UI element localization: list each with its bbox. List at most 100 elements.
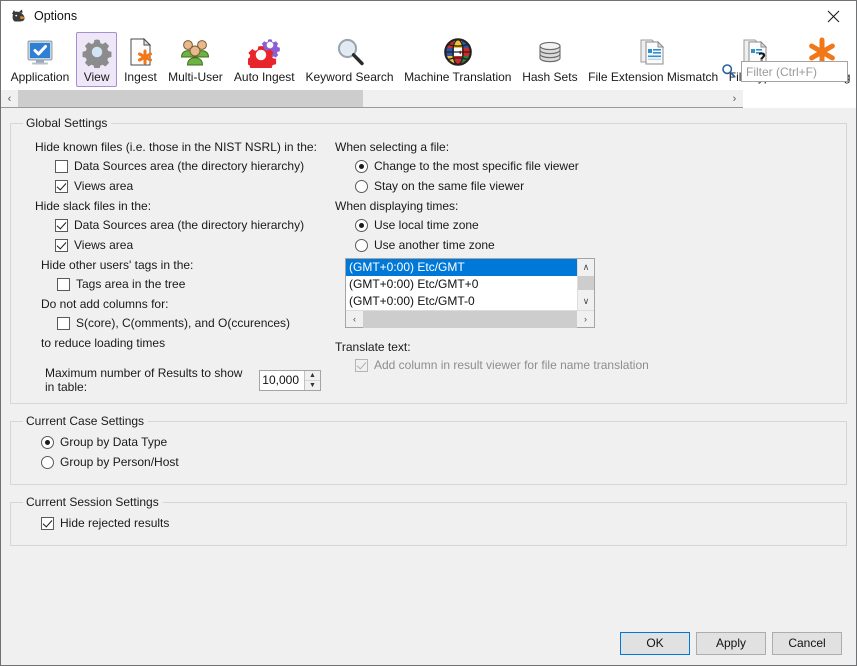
toolbar-item-application[interactable]: Application xyxy=(6,32,74,87)
checkbox-box[interactable] xyxy=(57,317,70,330)
max-results-spinner[interactable]: 10,000 ▲ ▼ xyxy=(259,370,321,391)
checkbox-hide-slack-views[interactable]: Views area xyxy=(35,238,321,252)
checkbox-hide-known-data-sources[interactable]: Data Sources area (the directory hierarc… xyxy=(35,159,321,173)
scroll-left-arrow[interactable]: ‹ xyxy=(346,311,363,328)
checkbox-box[interactable] xyxy=(41,517,54,530)
options-dialog: Options Application xyxy=(0,0,857,666)
toolbar-item-keyword-search[interactable]: Keyword Search xyxy=(301,32,398,87)
scroll-up-arrow[interactable]: ∧ xyxy=(578,259,594,276)
checkbox-hide-other-tags-tree[interactable]: Tags area in the tree xyxy=(35,277,321,291)
toolbar-item-hash-sets[interactable]: Hash Sets xyxy=(518,32,583,87)
toolbar-item-label: Multi-User xyxy=(168,70,223,84)
timezone-list[interactable]: (GMT+0:00) Etc/GMT (GMT+0:00) Etc/GMT+0 … xyxy=(346,259,577,310)
max-results-row: Maximum number of Results to show in tab… xyxy=(35,366,321,394)
checkbox-box[interactable] xyxy=(55,219,68,232)
checkbox-label: Hide rejected results xyxy=(60,516,169,530)
radio-stay-on-same-viewer[interactable]: Stay on the same file viewer xyxy=(335,179,836,193)
checkbox-box[interactable] xyxy=(57,278,70,291)
toolbar-item-ingest[interactable]: Ingest xyxy=(119,32,161,87)
radio-button[interactable] xyxy=(355,160,368,173)
max-results-label: Maximum number of Results to show in tab… xyxy=(45,366,251,394)
radio-use-another-time-zone[interactable]: Use another time zone xyxy=(335,238,836,252)
timezone-vscroll-track[interactable] xyxy=(578,276,594,293)
checkbox-box[interactable] xyxy=(55,160,68,173)
max-results-value[interactable]: 10,000 xyxy=(260,371,304,390)
filter-input[interactable] xyxy=(741,61,848,82)
ok-button[interactable]: OK xyxy=(620,632,690,655)
spinner-buttons[interactable]: ▲ ▼ xyxy=(304,371,320,390)
global-settings-columns: Hide known files (i.e. those in the NIST… xyxy=(21,137,836,394)
checkbox-do-not-add-columns[interactable]: S(core), C(omments), and O(ccurences) xyxy=(35,316,321,330)
checkbox-hide-slack-data-sources[interactable]: Data Sources area (the directory hierarc… xyxy=(35,218,321,232)
toolbar-horizontal-scrollbar[interactable]: ‹ › xyxy=(1,90,743,107)
options-content: Global Settings Hide known files (i.e. t… xyxy=(1,108,856,621)
radio-button[interactable] xyxy=(41,456,54,469)
checkbox-box[interactable] xyxy=(55,180,68,193)
toolbar-scroll-thumb[interactable] xyxy=(18,90,363,107)
radio-button[interactable] xyxy=(355,219,368,232)
title-bar: Options xyxy=(1,1,856,31)
list-item[interactable]: (GMT+0:00) Etc/GMT-0 xyxy=(346,293,577,310)
toolbar-item-label: View xyxy=(84,70,110,84)
when-selecting-file-label: When selecting a file: xyxy=(335,140,836,154)
hide-other-tags-label: Hide other users' tags in the: xyxy=(35,258,321,272)
cancel-button[interactable]: Cancel xyxy=(772,632,842,655)
radio-button[interactable] xyxy=(355,239,368,252)
spinner-down-icon[interactable]: ▼ xyxy=(305,381,320,390)
current-session-settings-legend: Current Session Settings xyxy=(23,495,163,509)
global-settings-right-column: When selecting a file: Change to the mos… xyxy=(321,137,836,394)
list-item[interactable]: (GMT+0:00) Etc/GMT+0 xyxy=(346,276,577,293)
global-settings-left-column: Hide known files (i.e. those in the NIST… xyxy=(21,137,321,394)
timezone-vscroll-thumb[interactable] xyxy=(578,276,594,290)
toolbar-item-auto-ingest[interactable]: Auto Ingest xyxy=(229,32,299,87)
radio-label: Use local time zone xyxy=(374,218,479,232)
do-not-add-columns-label: Do not add columns for: xyxy=(35,297,321,311)
toolbar-item-label: Machine Translation xyxy=(404,70,511,84)
timezone-horizontal-scrollbar[interactable]: ‹ › xyxy=(346,310,594,327)
list-item[interactable]: (GMT+0:00) Etc/GMT xyxy=(346,259,577,276)
checkbox-box xyxy=(355,359,368,372)
scroll-down-arrow[interactable]: ∨ xyxy=(578,293,594,310)
magnifier-icon xyxy=(334,36,366,68)
global-settings-legend: Global Settings xyxy=(23,116,111,130)
radio-button[interactable] xyxy=(355,180,368,193)
toolbar-item-multi-user[interactable]: Multi-User xyxy=(164,32,228,87)
radio-change-to-most-specific-viewer[interactable]: Change to the most specific file viewer xyxy=(335,159,836,173)
users-group-icon xyxy=(179,36,211,68)
toolbar-scroll-track[interactable] xyxy=(18,90,726,107)
radio-group-by-data-type[interactable]: Group by Data Type xyxy=(21,435,836,449)
timezone-hscroll-track[interactable] xyxy=(363,311,577,328)
checkbox-label: S(core), C(omments), and O(ccurences) xyxy=(76,316,290,330)
checkbox-hide-rejected-results[interactable]: Hide rejected results xyxy=(21,516,836,530)
checkbox-label: Data Sources area (the directory hierarc… xyxy=(74,159,304,173)
timezone-vertical-scrollbar[interactable]: ∧ ∨ xyxy=(577,259,594,310)
scroll-left-arrow[interactable]: ‹ xyxy=(1,90,18,107)
database-disks-icon xyxy=(534,36,566,68)
gears-red-purple-icon xyxy=(248,36,280,68)
scroll-right-arrow[interactable]: › xyxy=(577,311,594,328)
toolbar-item-machine-translation[interactable]: Machine Translation xyxy=(400,32,516,87)
dialog-footer: OK Apply Cancel xyxy=(1,621,856,665)
scroll-right-arrow[interactable]: › xyxy=(726,90,743,107)
checkbox-label: Views area xyxy=(74,179,133,193)
globe-flags-icon xyxy=(442,36,474,68)
timezone-list-box[interactable]: (GMT+0:00) Etc/GMT (GMT+0:00) Etc/GMT+0 … xyxy=(345,258,595,328)
checkbox-label: Data Sources area (the directory hierarc… xyxy=(74,218,304,232)
spinner-up-icon[interactable]: ▲ xyxy=(305,371,320,381)
radio-group-by-person-host[interactable]: Group by Person/Host xyxy=(21,455,836,469)
checkbox-box[interactable] xyxy=(55,239,68,252)
toolbar-item-view[interactable]: View xyxy=(76,32,118,87)
apply-button[interactable]: Apply xyxy=(696,632,766,655)
radio-label: Stay on the same file viewer xyxy=(374,179,524,193)
checkbox-hide-known-views[interactable]: Views area xyxy=(35,179,321,193)
options-toolbar: Application View xyxy=(1,32,856,90)
gear-icon xyxy=(81,36,113,68)
radio-use-local-time-zone[interactable]: Use local time zone xyxy=(335,218,836,232)
close-button[interactable] xyxy=(811,1,856,31)
when-displaying-times-label: When displaying times: xyxy=(335,199,836,213)
application-monitor-check-icon xyxy=(24,36,56,68)
toolbar-item-label: Keyword Search xyxy=(306,70,394,84)
timezone-hscroll-thumb[interactable] xyxy=(363,311,577,328)
radio-button[interactable] xyxy=(41,436,54,449)
toolbar-item-file-extension-mismatch[interactable]: File Extension Mismatch xyxy=(584,32,722,87)
